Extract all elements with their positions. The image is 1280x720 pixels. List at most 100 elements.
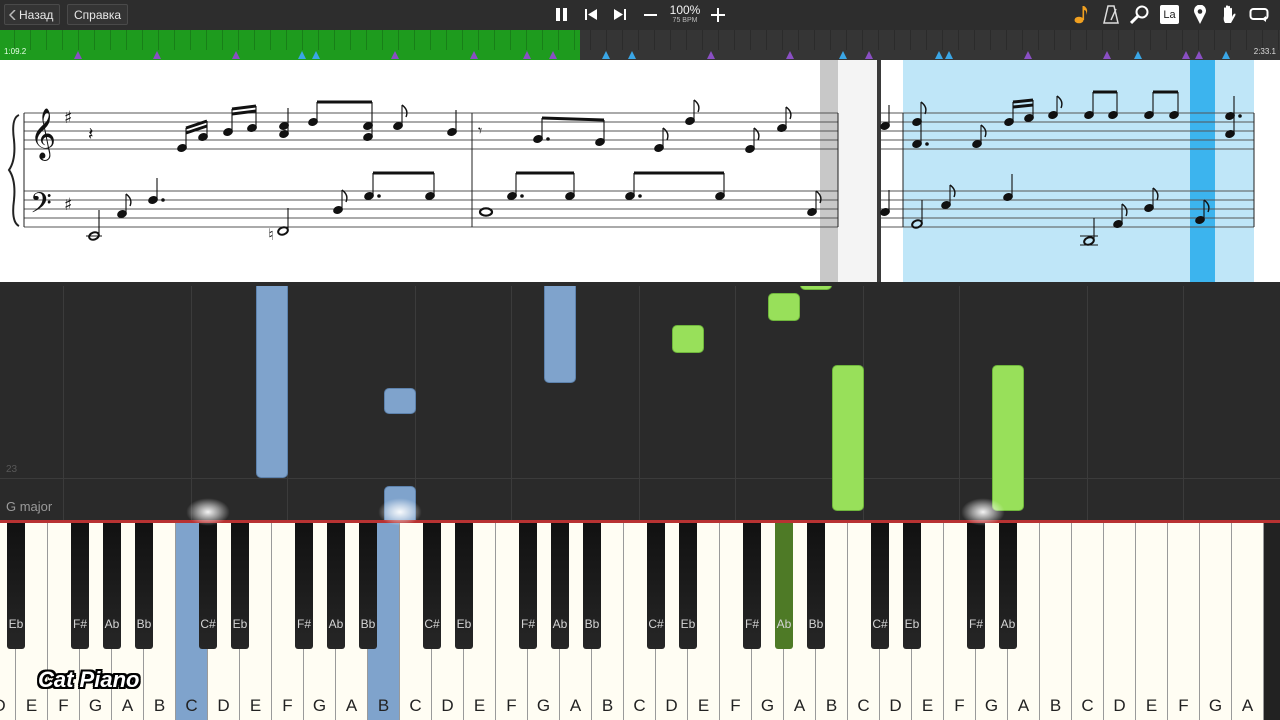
timeline-tick — [814, 30, 815, 50]
black-key-label: Ab — [328, 617, 344, 631]
black-key[interactable]: Eb — [903, 523, 921, 649]
white-key[interactable]: C — [1072, 523, 1104, 720]
hand-icon[interactable] — [1219, 4, 1239, 25]
left-hand-marker — [549, 51, 557, 59]
la-icon[interactable]: La — [1160, 5, 1179, 24]
black-key[interactable]: Bb — [583, 523, 601, 649]
grid-line — [63, 286, 64, 522]
note-icon[interactable] — [1074, 5, 1090, 25]
bass-clef-icon: 𝄢 — [30, 187, 52, 227]
black-key[interactable]: Ab — [775, 523, 793, 649]
grid-line — [639, 286, 640, 522]
treble-key-signature-sharp-icon: ♯ — [64, 108, 72, 128]
timeline-tick — [94, 30, 95, 50]
black-key[interactable]: C# — [871, 523, 889, 649]
white-key-label: A — [121, 696, 134, 715]
right-hand-marker — [1222, 51, 1230, 59]
timeline-tick — [1006, 30, 1007, 50]
falling-note-right-hand — [800, 286, 832, 290]
timeline-tick — [446, 30, 447, 50]
white-key-label: D — [1113, 696, 1126, 715]
black-key-label: Eb — [680, 617, 696, 631]
black-key[interactable]: C# — [423, 523, 441, 649]
white-key-label: F — [954, 696, 965, 715]
white-key-label: E — [697, 696, 710, 715]
timeline-tick — [782, 30, 783, 50]
previous-icon[interactable] — [585, 9, 599, 21]
white-key-label: E — [249, 696, 262, 715]
timeline-tick — [1278, 30, 1279, 50]
timeline-tick — [1086, 30, 1087, 50]
black-key[interactable]: Eb — [7, 523, 25, 649]
white-key-label: D — [889, 696, 902, 715]
grid-line — [191, 286, 192, 522]
minus-icon[interactable] — [644, 14, 658, 17]
white-key[interactable]: E — [1136, 523, 1168, 720]
black-key[interactable]: Eb — [455, 523, 473, 649]
left-hand-marker — [470, 51, 478, 59]
right-hand-marker — [1134, 51, 1142, 59]
black-key[interactable]: Ab — [999, 523, 1017, 649]
timeline-tick — [30, 30, 31, 50]
white-key[interactable]: G — [1200, 523, 1232, 720]
white-key-label: C — [633, 696, 646, 715]
black-key[interactable]: F# — [967, 523, 985, 649]
next-icon[interactable] — [614, 9, 628, 21]
white-key[interactable]: D — [1104, 523, 1136, 720]
white-key-label: D — [0, 696, 15, 716]
plus-icon[interactable] — [711, 8, 726, 23]
left-hand-marker — [391, 51, 399, 59]
timeline-tick — [318, 30, 319, 50]
black-key[interactable]: C# — [647, 523, 665, 649]
timeline-tick — [1102, 30, 1103, 50]
bass-key-signature-sharp-icon: ♯ — [64, 195, 72, 215]
natural-sign-icon: ♮ — [268, 225, 274, 244]
white-key-label: B — [1049, 696, 1062, 715]
white-key-label: G — [312, 696, 327, 715]
help-button-label: Справка — [74, 8, 122, 22]
black-key[interactable]: F# — [743, 523, 761, 649]
black-key[interactable]: Bb — [807, 523, 825, 649]
pause-icon[interactable] — [555, 8, 569, 22]
timeline-tick — [654, 30, 655, 50]
black-key-label: Ab — [1000, 617, 1016, 631]
timeline-scrubber[interactable]: 1:09.2 2:33.1 — [0, 30, 1280, 60]
timeline-tick — [830, 30, 831, 50]
white-key[interactable]: A — [1232, 523, 1264, 720]
black-key[interactable]: F# — [71, 523, 89, 649]
help-button[interactable]: Справка — [67, 4, 129, 25]
metronome-icon[interactable] — [1103, 5, 1119, 25]
timeline-tick — [430, 30, 431, 50]
black-key[interactable]: Bb — [359, 523, 377, 649]
loop-icon[interactable] — [1249, 7, 1271, 23]
timeline-tick — [862, 30, 863, 50]
chevron-left-icon — [9, 10, 16, 20]
black-key[interactable]: Ab — [103, 523, 121, 649]
black-key[interactable]: Eb — [231, 523, 249, 649]
piano-keyboard[interactable]: DEFGABCDEFGABCDEFGABCDEFGABCDEFGABCDEFGA… — [0, 523, 1280, 720]
location-icon[interactable] — [1193, 5, 1207, 25]
bpm-label: 75 BPM — [672, 17, 698, 24]
black-key[interactable]: Ab — [327, 523, 345, 649]
timeline-tick — [478, 30, 479, 50]
black-key[interactable]: F# — [295, 523, 313, 649]
black-key[interactable]: Bb — [135, 523, 153, 649]
timeline-tick — [1070, 30, 1071, 50]
black-key[interactable]: C# — [199, 523, 217, 649]
playhead — [1190, 60, 1215, 282]
black-key-label: Ab — [104, 617, 120, 631]
white-key-label: F — [506, 696, 517, 715]
timeline-tick — [254, 30, 255, 50]
black-key[interactable]: Eb — [679, 523, 697, 649]
white-key[interactable]: B — [1040, 523, 1072, 720]
grid-line — [1183, 286, 1184, 522]
white-key[interactable]: F — [1168, 523, 1200, 720]
black-key[interactable]: F# — [519, 523, 537, 649]
timeline-tick — [526, 30, 527, 50]
black-key[interactable]: Ab — [551, 523, 569, 649]
back-button[interactable]: Назад — [4, 4, 61, 25]
timeline-tick — [494, 30, 495, 50]
black-key-label: Ab — [552, 617, 568, 631]
search-icon[interactable] — [1130, 5, 1150, 25]
left-hand-marker — [707, 51, 715, 59]
